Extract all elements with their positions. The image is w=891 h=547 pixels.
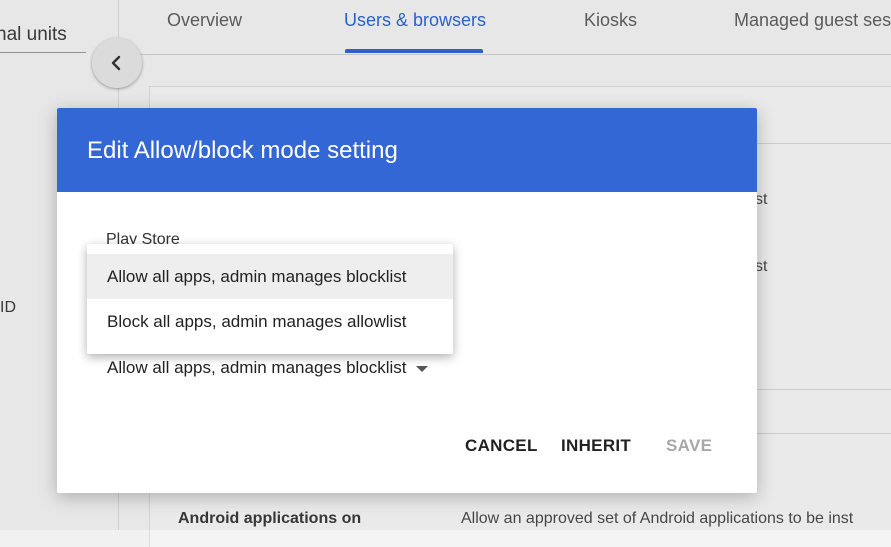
menu-option-allow-all[interactable]: Allow all apps, admin manages blocklist: [87, 254, 453, 299]
dialog-title: Edit Allow/block mode setting: [87, 137, 398, 164]
menu-option-label: Allow all apps, admin manages blocklist: [107, 266, 407, 286]
cancel-button[interactable]: CANCEL: [465, 436, 538, 456]
mode-dropdown-menu: Allow all apps, admin manages blocklist …: [87, 244, 453, 354]
dialog-actions: CANCEL INHERIT SAVE: [57, 436, 757, 476]
save-button[interactable]: SAVE: [666, 436, 712, 456]
mode-select[interactable]: Allow all apps, admin manages blocklist: [107, 353, 428, 383]
menu-option-label: Block all apps, admin manages allowlist: [107, 311, 407, 331]
inherit-button[interactable]: INHERIT: [561, 436, 631, 456]
dialog-header: Edit Allow/block mode setting: [57, 108, 757, 192]
mode-select-value: Allow all apps, admin manages blocklist: [107, 358, 407, 377]
menu-option-block-all[interactable]: Block all apps, admin manages allowlist: [87, 299, 453, 344]
arrow-drop-down-icon: [415, 366, 428, 372]
